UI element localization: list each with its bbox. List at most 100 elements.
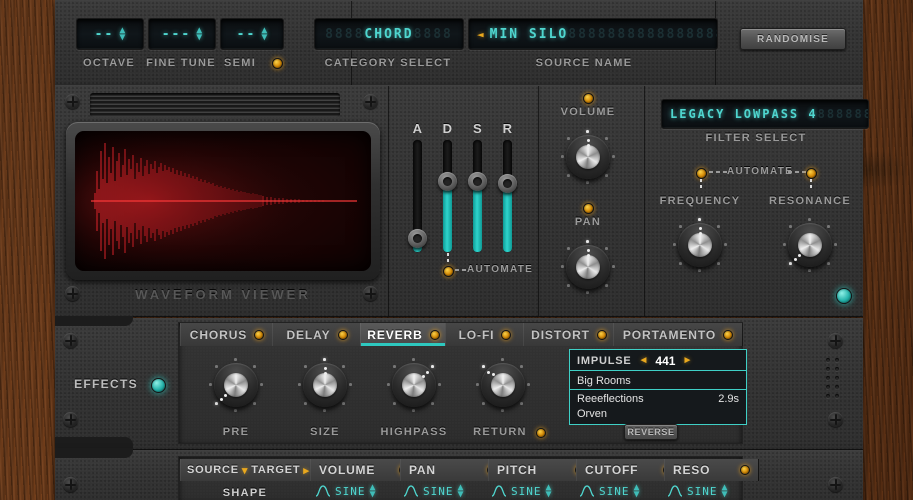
semi-display[interactable]: -- ▲ ▼ — [220, 18, 284, 50]
reverb-return-indicator — [487, 371, 490, 374]
effects-label: EFFECTS — [74, 377, 138, 391]
reverb-pre-indicator — [220, 398, 223, 401]
octave-label: OCTAVE — [82, 57, 135, 69]
tab-portamento[interactable]: PORTAMENTO — [613, 323, 743, 346]
impulse-prev-icon[interactable]: ◄ — [639, 355, 649, 366]
category-select-display[interactable]: 8888 CHORD 8888 — [314, 18, 464, 50]
reverb-highpass-knob[interactable] — [387, 358, 441, 412]
resonance-automate-led[interactable] — [806, 168, 817, 179]
reverb-pre-cap — [224, 373, 248, 397]
mod-column-reso-label: RESO — [673, 463, 711, 477]
fine-tune-spinner-icon[interactable]: ▲ ▼ — [196, 26, 202, 43]
env-slider-thumb-d[interactable] — [438, 172, 457, 191]
resonance-knob[interactable] — [783, 218, 837, 272]
pan-knob-indicator-2 — [586, 254, 590, 257]
mod-shape-pitch-spinner-icon[interactable]: ▲ ▼ — [546, 483, 553, 500]
reverb-highpass-indicator-2 — [422, 375, 425, 378]
source-name-display[interactable]: ◄ MIN SILO 8888888888888888 ► — [468, 18, 718, 50]
fine-tune-label: FINE TUNE — [146, 57, 216, 69]
tab-chorus[interactable]: CHORUS — [180, 323, 274, 346]
impulse-category[interactable]: Big Rooms — [569, 370, 747, 391]
tab-distort-led[interactable] — [596, 329, 607, 340]
reverb-pre-knob[interactable] — [209, 358, 263, 412]
env-slider-thumb-a[interactable] — [408, 229, 427, 248]
semi-spinner-icon[interactable]: ▲ ▼ — [261, 26, 267, 43]
mod-shape-volume-spinner-icon[interactable]: ▲ ▼ — [370, 483, 377, 500]
reverse-button[interactable]: REVERSE — [624, 424, 678, 440]
env-automate-led[interactable] — [443, 266, 454, 277]
env-slider-thumb-s[interactable] — [468, 172, 487, 191]
mod-column-reso[interactable]: RESO — [664, 459, 759, 481]
filter-select-display[interactable]: LEGACY LOWPASS 4 888888 ▲▼ — [661, 99, 869, 129]
mod-shape-pan-value: SINE — [423, 484, 454, 498]
category-select-value: CHORD — [364, 26, 414, 42]
category-select-label: CATEGORY SELECT — [324, 57, 452, 69]
frequency-knob[interactable] — [673, 218, 727, 272]
target-caret-icon[interactable]: ▸ — [303, 464, 309, 477]
filter-power-led[interactable] — [836, 288, 852, 304]
mod-column-reso-led[interactable] — [740, 465, 750, 475]
pan-led[interactable] — [583, 203, 594, 214]
octave-display[interactable]: -- ▲ ▼ — [76, 18, 144, 50]
mod-source-target-header[interactable]: SOURCE ▾ TARGET ▸ — [180, 459, 324, 481]
octave-spinner-icon[interactable]: ▲ ▼ — [119, 26, 125, 43]
impulse-header[interactable]: IMPULSE ◄ 441 ► — [569, 349, 747, 372]
pan-knob[interactable] — [561, 240, 615, 294]
mod-shape-reso-spinner-icon[interactable]: ▲ ▼ — [722, 483, 729, 500]
mod-shape-pan-spinner-icon[interactable]: ▲ ▼ — [458, 483, 465, 500]
reverb-return-knob[interactable] — [476, 358, 530, 412]
frequency-automate-led[interactable] — [696, 168, 707, 179]
fine-tune-value: --- — [161, 26, 192, 42]
screw-mod-right — [828, 477, 843, 492]
frequency-knob-indicator-2 — [698, 232, 702, 235]
mod-shape-pitch[interactable]: SINE ▲ ▼ — [491, 483, 553, 500]
reverb-size-label: SIZE — [310, 426, 340, 438]
tab-lofi[interactable]: LO-FI — [445, 323, 525, 346]
fine-tune-display[interactable]: --- ▲ ▼ — [148, 18, 216, 50]
impulse-list-item-0[interactable]: Reeeflections 2.9s — [577, 391, 739, 406]
waveform-screen[interactable] — [75, 131, 371, 271]
reverb-highpass-indicator — [426, 371, 429, 374]
mod-shape-volume[interactable]: SINE ▲ ▼ — [315, 483, 377, 500]
volume-led[interactable] — [583, 93, 594, 104]
impulse-next-icon[interactable]: ► — [682, 355, 692, 366]
screw-top-left — [65, 94, 80, 109]
sine-wave-icon — [579, 485, 595, 497]
tab-delay-led[interactable] — [337, 329, 348, 340]
effects-left-notch — [55, 316, 133, 326]
mod-shape-pan[interactable]: SINE ▲ ▼ — [403, 483, 465, 500]
env-slider-label-d: D — [442, 121, 454, 136]
mod-shape-reso[interactable]: SINE ▲ ▼ — [667, 483, 729, 500]
impulse-list-item-1[interactable]: Orven — [577, 406, 739, 421]
env-slider-label-a: A — [412, 121, 424, 136]
mod-shape-reso-value: SINE — [687, 484, 718, 498]
tab-delay[interactable]: DELAY — [272, 323, 362, 346]
tab-lofi-led[interactable] — [501, 329, 512, 340]
filter-select-label: FILTER SELECT — [705, 132, 807, 144]
frequency-label: FREQUENCY — [659, 195, 741, 207]
volume-knob[interactable] — [561, 130, 615, 184]
screw-effects-bl — [63, 412, 78, 427]
reverb-size-knob[interactable] — [298, 358, 352, 412]
reverb-return-led[interactable] — [536, 428, 546, 438]
mod-shape-cutoff-spinner-icon[interactable]: ▲ ▼ — [634, 483, 641, 500]
randomise-button[interactable]: RANDOMISE — [740, 28, 846, 50]
mod-shape-cutoff[interactable]: SINE ▲ ▼ — [579, 483, 641, 500]
effects-enable-led[interactable] — [151, 378, 166, 393]
sine-wave-icon — [667, 485, 683, 497]
impulse-list[interactable]: Reeeflections 2.9s Orven — [569, 389, 747, 425]
tab-reverb[interactable]: REVERB — [360, 323, 447, 346]
semi-led[interactable] — [272, 58, 283, 69]
env-slider-thumb-r[interactable] — [498, 174, 517, 193]
source-caret-icon[interactable]: ▾ — [242, 464, 248, 477]
tab-chorus-led[interactable] — [254, 329, 265, 340]
mod-column-pitch-label: PITCH — [497, 463, 537, 477]
tab-reverb-led[interactable] — [429, 329, 440, 340]
volume-knob-indicator — [586, 139, 590, 142]
tab-reverb-label: REVERB — [367, 327, 423, 342]
source-prev-icon[interactable]: ◄ — [477, 28, 484, 41]
sine-wave-icon — [491, 485, 507, 497]
tab-distort[interactable]: DISTORT — [523, 323, 615, 346]
tab-distort-label: DISTORT — [531, 327, 590, 342]
tab-portamento-led[interactable] — [723, 329, 734, 340]
